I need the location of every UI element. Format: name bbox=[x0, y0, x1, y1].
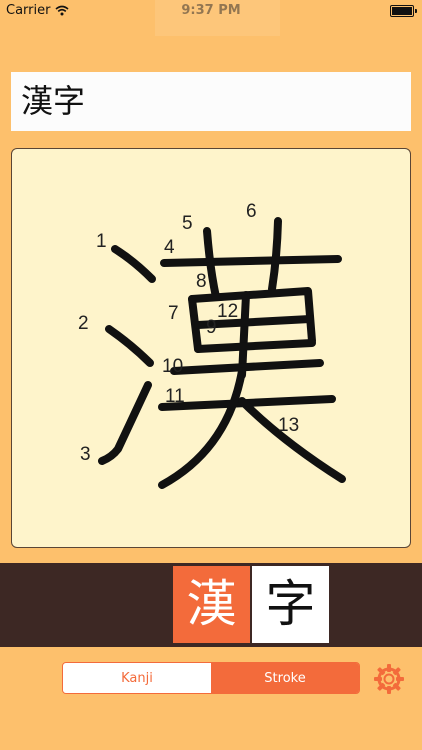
stroke-order-drawing: 1 2 3 4 5 6 7 8 9 10 11 12 13 bbox=[78, 201, 346, 489]
stroke-number: 10 bbox=[162, 356, 183, 377]
stroke-6 bbox=[268, 217, 282, 293]
header-ghost bbox=[155, 0, 280, 36]
stroke-12 bbox=[238, 291, 250, 379]
stroke-number: 7 bbox=[168, 303, 179, 324]
character-tile[interactable]: 字 bbox=[252, 566, 329, 643]
stroke-1 bbox=[111, 245, 156, 283]
segment-stroke[interactable]: Stroke bbox=[211, 663, 359, 693]
stroke-number: 8 bbox=[196, 271, 207, 292]
mode-segmented-control: Kanji Stroke bbox=[62, 662, 360, 694]
stroke-number: 9 bbox=[206, 317, 217, 338]
stroke-number: 6 bbox=[246, 201, 257, 222]
stroke-10 bbox=[170, 359, 324, 375]
stroke-number: 5 bbox=[182, 213, 193, 234]
stroke-order-panel[interactable]: 1 2 3 4 5 6 7 8 9 10 11 12 13 bbox=[11, 148, 411, 548]
stroke-4 bbox=[160, 255, 342, 267]
character-tile-selected[interactable]: 漢 bbox=[173, 566, 250, 643]
kanji-strokes bbox=[98, 217, 346, 489]
stroke-number: 3 bbox=[80, 444, 91, 465]
stroke-number: 2 bbox=[78, 313, 89, 334]
gear-icon[interactable] bbox=[372, 662, 406, 696]
stroke-number: 13 bbox=[278, 415, 299, 436]
stroke-3 bbox=[98, 381, 152, 465]
stroke-13b bbox=[238, 397, 346, 483]
stroke-number: 11 bbox=[165, 386, 185, 407]
battery-icon bbox=[390, 5, 417, 17]
segment-kanji[interactable]: Kanji bbox=[63, 663, 211, 693]
kanji-input[interactable]: 漢字 bbox=[11, 72, 411, 131]
stroke-9b bbox=[194, 339, 316, 353]
stroke-number: 12 bbox=[217, 301, 238, 322]
stroke-number: 4 bbox=[164, 237, 175, 258]
stroke-number: 1 bbox=[96, 231, 107, 252]
stroke-2 bbox=[105, 325, 154, 367]
